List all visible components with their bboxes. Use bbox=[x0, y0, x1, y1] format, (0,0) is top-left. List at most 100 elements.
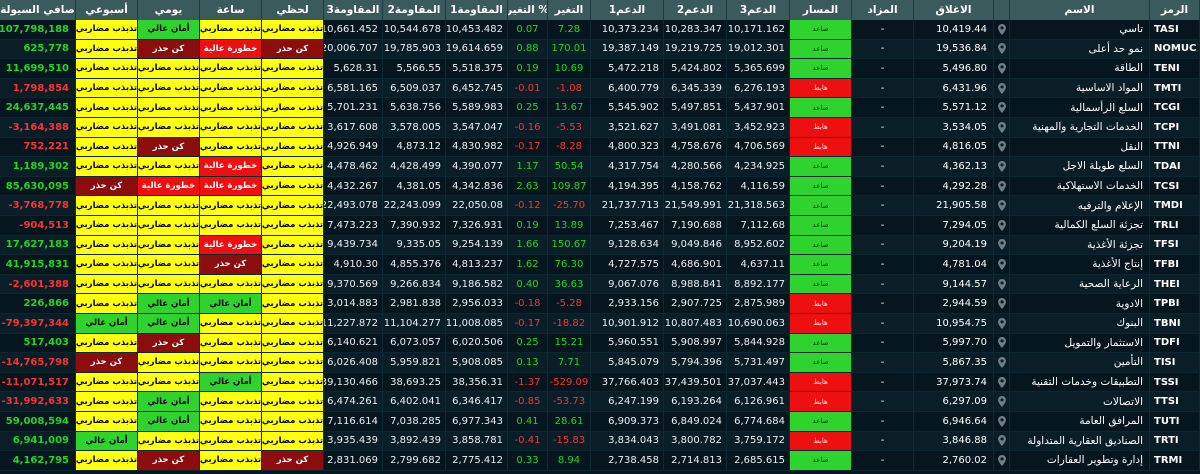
sector-symbol-cell[interactable]: TCSI bbox=[1150, 176, 1200, 196]
header-liquidity[interactable]: صافي السيولة bbox=[0, 0, 76, 20]
location-pin-icon[interactable] bbox=[994, 255, 1010, 274]
header-sup1[interactable]: الدعم1 bbox=[591, 0, 664, 20]
table-row[interactable]: -3,164,388 تذبذب مضاربي تذبذب مضاربي تذبذب … bbox=[0, 118, 1200, 138]
sector-name-cell[interactable]: تاسي bbox=[1010, 20, 1150, 39]
sector-symbol-cell[interactable]: TSSI bbox=[1150, 372, 1200, 392]
table-row[interactable]: -79,397,344 أمان عالي أمان عالي تذبذب مضارب… bbox=[0, 314, 1200, 334]
location-pin-icon[interactable] bbox=[994, 372, 1010, 392]
header-close[interactable]: الاغلاق bbox=[914, 0, 994, 20]
sector-symbol-cell[interactable]: TFSI bbox=[1150, 235, 1200, 255]
location-pin-icon[interactable] bbox=[994, 451, 1010, 470]
sector-name-cell[interactable]: التأمين bbox=[1010, 353, 1150, 372]
sector-symbol-cell[interactable]: TTNI bbox=[1150, 137, 1200, 157]
sector-name-cell[interactable]: الادوية bbox=[1010, 294, 1150, 313]
table-row[interactable]: 625,778 تذبذب مضاربي كن حذر خطورة عالية كن ح… bbox=[0, 39, 1200, 60]
sector-symbol-cell[interactable]: TCGI bbox=[1150, 98, 1200, 117]
header-auction[interactable]: المزاد bbox=[852, 0, 914, 20]
sector-name-cell[interactable]: الخدمات التجارية والمهنية bbox=[1010, 118, 1150, 137]
location-pin-icon[interactable] bbox=[994, 20, 1010, 39]
sector-symbol-cell[interactable]: TDFI bbox=[1150, 333, 1200, 353]
sector-name-cell[interactable]: السلع الرأسمالية bbox=[1010, 98, 1150, 117]
location-pin-icon[interactable] bbox=[994, 78, 1010, 98]
header-weekly[interactable]: أسبوعي bbox=[76, 0, 138, 20]
sector-symbol-cell[interactable]: TISI bbox=[1150, 353, 1200, 372]
sector-name-cell[interactable]: النقل bbox=[1010, 137, 1150, 157]
sector-name-cell[interactable]: الإعلام والترفيه bbox=[1010, 196, 1150, 215]
sector-name-cell[interactable]: الخدمات الاستهلاكية bbox=[1010, 176, 1150, 196]
sector-name-cell[interactable]: إدارة وتطوير العقارات bbox=[1010, 451, 1150, 470]
table-row[interactable]: 517,403 تذبذب مضاربي كن حذر تذبذب مضاربي تذب… bbox=[0, 333, 1200, 354]
header-name[interactable]: الاسم bbox=[1010, 0, 1150, 20]
sector-symbol-cell[interactable]: TTSI bbox=[1150, 392, 1200, 411]
sector-name-cell[interactable]: المرافق العامة bbox=[1010, 412, 1150, 431]
sector-name-cell[interactable]: تجزئة السلع الكمالية bbox=[1010, 216, 1150, 235]
sector-name-cell[interactable]: الاستثمار والتمويل bbox=[1010, 333, 1150, 353]
location-pin-icon[interactable] bbox=[994, 196, 1010, 215]
sector-symbol-cell[interactable]: TFBI bbox=[1150, 255, 1200, 274]
header-sup2[interactable]: الدعم2 bbox=[664, 0, 727, 20]
table-row[interactable]: 1,798,854 تذبذب مضاربي تذبذب مضاربي تذبذب م… bbox=[0, 78, 1200, 99]
header-res2[interactable]: المقاومة2 bbox=[383, 0, 446, 20]
table-row[interactable]: 752,221 تذبذب مضاربي كن حذر تذبذب مضاربي تذب… bbox=[0, 137, 1200, 158]
table-row[interactable]: -904,513 تذبذب مضاربي تذبذب مضاربي تذبذب مض… bbox=[0, 216, 1200, 236]
sector-symbol-cell[interactable]: TMTI bbox=[1150, 78, 1200, 98]
sector-symbol-cell[interactable]: TBNI bbox=[1150, 314, 1200, 333]
location-pin-icon[interactable] bbox=[994, 59, 1010, 78]
location-pin-icon[interactable] bbox=[994, 392, 1010, 411]
sector-symbol-cell[interactable]: TRTI bbox=[1150, 431, 1200, 451]
table-row[interactable]: 107,798,188 تذبذب مضاربي أمان عالي تذبذب مض… bbox=[0, 20, 1200, 40]
sector-name-cell[interactable]: تجزئة الأغذية bbox=[1010, 235, 1150, 255]
sector-name-cell[interactable]: الاتصالات bbox=[1010, 392, 1150, 411]
location-pin-icon[interactable] bbox=[994, 314, 1010, 333]
sector-symbol-cell[interactable]: TRMI bbox=[1150, 451, 1200, 470]
sector-symbol-cell[interactable]: TPBI bbox=[1150, 294, 1200, 313]
sector-symbol-cell[interactable]: THEI bbox=[1150, 274, 1200, 294]
table-row[interactable]: 85,630,095 كن حذر خطورة عالية خطورة عالية تذ… bbox=[0, 176, 1200, 197]
header-trend[interactable]: المسار bbox=[790, 0, 852, 20]
location-pin-icon[interactable] bbox=[994, 216, 1010, 235]
header-daily[interactable]: يومي bbox=[138, 0, 200, 20]
table-row[interactable]: 17,627,183 تذبذب مضاربي تذبذب مضاربي خطورة … bbox=[0, 235, 1200, 256]
sector-name-cell[interactable]: البنوك bbox=[1010, 314, 1150, 333]
table-row[interactable]: 24,637,445 تذبذب مضاربي تذبذب مضاربي تذبذب … bbox=[0, 98, 1200, 118]
sector-name-cell[interactable]: الصناديق العقارية المتداولة bbox=[1010, 431, 1150, 451]
location-pin-icon[interactable] bbox=[994, 118, 1010, 137]
sector-symbol-cell[interactable]: TASI bbox=[1150, 20, 1200, 39]
header-sup3[interactable]: الدعم3 bbox=[727, 0, 790, 20]
sector-symbol-cell[interactable]: TUTI bbox=[1150, 412, 1200, 431]
header-change[interactable]: التغير bbox=[548, 0, 591, 20]
sector-symbol-cell[interactable]: TRLI bbox=[1150, 216, 1200, 235]
header-res1[interactable]: المقاومة1 bbox=[446, 0, 508, 20]
sector-symbol-cell[interactable]: TENI bbox=[1150, 59, 1200, 78]
table-row[interactable]: 4,162,795 تذبذب مضاربي كن حذر تذبذب مضاربي ك… bbox=[0, 451, 1200, 471]
sector-name-cell[interactable]: إنتاج الأغذية bbox=[1010, 255, 1150, 274]
table-row[interactable]: 226,866 تذبذب مضاربي أمان عالي أمان عالي تذب… bbox=[0, 294, 1200, 314]
sector-symbol-cell[interactable]: TDAI bbox=[1150, 157, 1200, 176]
location-pin-icon[interactable] bbox=[994, 412, 1010, 431]
location-pin-icon[interactable] bbox=[994, 235, 1010, 255]
location-pin-icon[interactable] bbox=[994, 176, 1010, 196]
header-instant[interactable]: لحظي bbox=[262, 0, 324, 20]
table-row[interactable]: -2,601,388 تذبذب مضاربي تذبذب مضاربي تذبذب … bbox=[0, 274, 1200, 295]
sector-name-cell[interactable]: الرعاية الصحية bbox=[1010, 274, 1150, 294]
location-pin-icon[interactable] bbox=[994, 39, 1010, 59]
table-row[interactable]: -3,768,778 تذبذب مضاربي تذبذب مضاربي تذبذب … bbox=[0, 196, 1200, 216]
table-row[interactable]: 41,915,831 تذبذب مضاربي تذبذب مضاربي كن حذر… bbox=[0, 255, 1200, 275]
table-row[interactable]: 11,699,510 تذبذب مضاربي تذبذب مضاربي تذبذب … bbox=[0, 59, 1200, 79]
location-pin-icon[interactable] bbox=[994, 274, 1010, 294]
sector-name-cell[interactable]: التطبيقات وخدمات التقنية bbox=[1010, 372, 1150, 392]
location-pin-icon[interactable] bbox=[994, 431, 1010, 451]
location-pin-icon[interactable] bbox=[994, 157, 1010, 176]
sector-name-cell[interactable]: المواد الاساسية bbox=[1010, 78, 1150, 98]
table-row[interactable]: 59,008,594 تذبذب مضاربي أمان عالي تذبذب مضا… bbox=[0, 412, 1200, 432]
location-pin-icon[interactable] bbox=[994, 333, 1010, 353]
sector-symbol-cell[interactable]: TCPI bbox=[1150, 118, 1200, 137]
location-pin-icon[interactable] bbox=[994, 137, 1010, 157]
header-res3[interactable]: المقاومة3 bbox=[324, 0, 383, 20]
location-pin-icon[interactable] bbox=[994, 294, 1010, 313]
sector-name-cell[interactable]: السلع طويلة الاجل bbox=[1010, 157, 1150, 176]
sector-symbol-cell[interactable]: TMDI bbox=[1150, 196, 1200, 215]
header-change-pct[interactable]: التغير % bbox=[508, 0, 548, 20]
header-symbol[interactable]: الرمز bbox=[1150, 0, 1200, 20]
table-row[interactable]: 6,941,009 أمان عالي تذبذب مضاربي تذبذب مضار… bbox=[0, 431, 1200, 452]
